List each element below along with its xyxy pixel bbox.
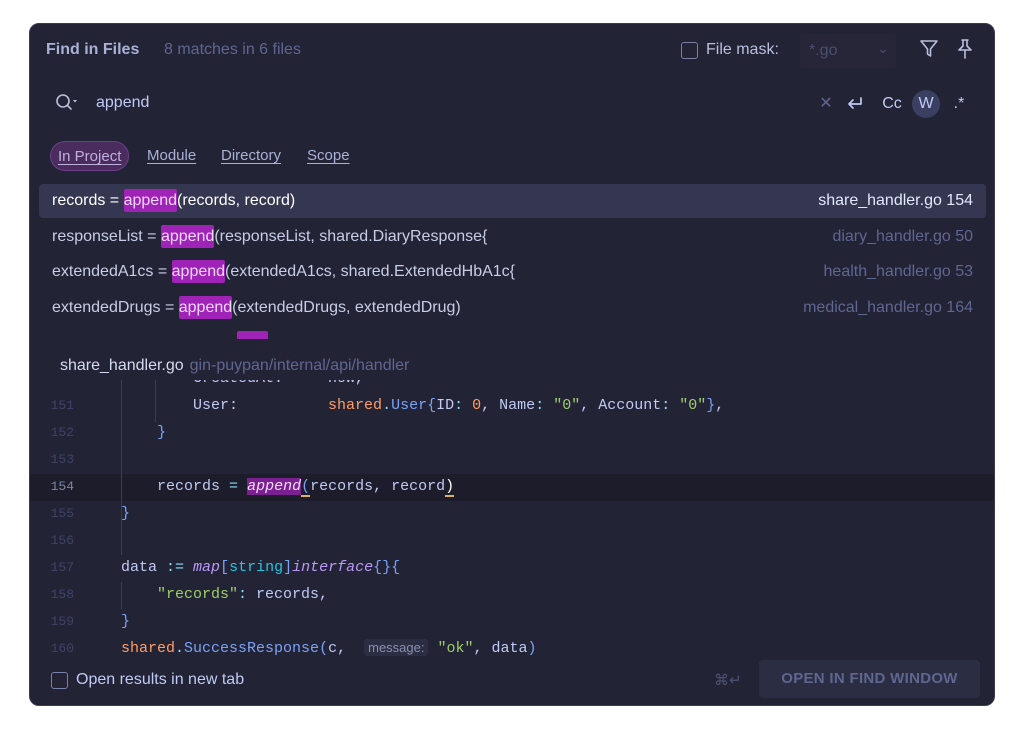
result-code-prefix: records = [52, 192, 124, 209]
whole-words-button[interactable]: W [912, 90, 940, 118]
result-code-suffix: (responseList, shared.DiaryResponse{ [214, 228, 488, 245]
tab-scope[interactable]: Scope [307, 141, 350, 171]
chevron-down-icon: ⌄ [877, 40, 889, 56]
result-code: extendedDrugs = append(extendedDrugs, ex… [52, 296, 461, 319]
shortcut-hint: ⌘↵ [714, 672, 742, 689]
clear-icon[interactable]: ✕ [818, 90, 834, 118]
code-line: 156 [30, 528, 994, 555]
tab-in-project[interactable]: In Project [50, 141, 130, 171]
result-code-suffix: (records, record) [176, 192, 296, 209]
match-case-button[interactable]: Cc [880, 90, 904, 118]
result-file: share_handler.go 154 [818, 192, 973, 209]
search-row: ✕ Cc W .* [30, 86, 994, 122]
line-number: 156 [50, 533, 74, 548]
result-code-prefix: extendedA1cs = [52, 263, 172, 280]
result-code-prefix: extendedDrugs = [52, 299, 179, 316]
result-code-suffix: (extendedA1cs, shared.ExtendedHbA1c{ [225, 263, 515, 280]
inlay-hint: message: [364, 639, 429, 656]
find-in-files-dialog: Find in Files 8 matches in 6 files File … [29, 23, 995, 706]
code-line: 153 [30, 447, 994, 474]
indent-guide [121, 582, 122, 609]
result-row[interactable]: responseList = append(responseList, shar… [39, 220, 986, 254]
result-file: health_handler.go 53 [823, 263, 973, 280]
code-preview[interactable]: CreatedAt: now, 151 User: shared.User{ID… [30, 380, 994, 656]
result-file: medical_handler.go 164 [803, 299, 973, 316]
regex-button[interactable]: .* [948, 90, 970, 118]
line-number: 155 [50, 506, 74, 521]
result-match: append [171, 260, 226, 283]
open-new-tab-checkbox[interactable] [51, 672, 68, 689]
code-line: 159 } [30, 609, 994, 636]
result-row[interactable]: extendedA1cs = append(extendedA1cs, shar… [39, 255, 986, 289]
file-mask-label: File mask: [706, 41, 779, 58]
pin-icon[interactable] [955, 38, 977, 62]
open-new-tab-label: Open results in new tab [76, 671, 245, 688]
dialog-footer: Open results in new tab ⌘↵ OPEN IN FIND … [30, 656, 994, 705]
indent-guide [121, 380, 122, 555]
search-input[interactable] [96, 94, 796, 112]
line-number: 160 [50, 641, 74, 656]
line-number: 158 [50, 587, 74, 602]
code-line: CreatedAt: now, [30, 380, 994, 393]
line-number: 152 [50, 425, 74, 440]
result-row[interactable]: records = append(records, record) share_… [39, 184, 986, 218]
file-mask-checkbox[interactable] [681, 42, 698, 59]
indent-guide [155, 380, 156, 422]
preview-header: share_handler.go gin-puypan/internal/api/… [60, 357, 409, 375]
code-line: 152 } [30, 420, 994, 447]
result-match: append [123, 189, 177, 212]
result-code: responseList = append(responseList, shar… [52, 225, 488, 248]
filter-icon[interactable] [919, 38, 941, 62]
partial-result-highlight [237, 331, 268, 339]
line-number: 159 [50, 614, 74, 629]
preview-file-name: share_handler.go [60, 357, 184, 374]
file-mask-select[interactable]: *.go ⌄ [800, 34, 896, 68]
result-file: diary_handler.go 50 [832, 228, 973, 245]
result-match: append [178, 296, 233, 319]
result-code: records = append(records, record) [52, 189, 296, 212]
file-mask-value: *.go [809, 42, 838, 59]
tab-module[interactable]: Module [147, 141, 196, 171]
line-number: 157 [50, 560, 74, 575]
code-line: 158 "records": records, [30, 582, 994, 609]
line-number: 151 [50, 398, 74, 413]
dialog-header: Find in Files 8 matches in 6 files File … [30, 24, 994, 78]
result-row[interactable]: extendedDrugs = append(extendedDrugs, ex… [39, 291, 986, 325]
line-number: 154 [50, 479, 74, 494]
match-count: 8 matches in 6 files [164, 41, 301, 58]
replace-toggle-icon[interactable] [842, 90, 868, 118]
code-line: 151 User: shared.User{ID: 0, Name: "0", … [30, 393, 994, 420]
line-number: 153 [50, 452, 74, 467]
tab-directory[interactable]: Directory [221, 141, 281, 171]
result-code-suffix: (extendedDrugs, extendedDrug) [232, 299, 461, 316]
preview-file-path: gin-puypan/internal/api/handler [189, 357, 410, 374]
code-line: 160 shared.SuccessResponse(c, message: "… [30, 636, 994, 656]
result-code: extendedA1cs = append(extendedA1cs, shar… [52, 260, 515, 283]
current-code-line: 154 records = append(records, record) [30, 474, 994, 501]
result-match: append [160, 225, 215, 248]
code-line: 157 data := map[string]interface{}{ [30, 555, 994, 582]
open-in-find-window-button[interactable]: OPEN IN FIND WINDOW [759, 660, 980, 698]
result-code-prefix: responseList = [52, 228, 161, 245]
dialog-title: Find in Files [46, 41, 140, 58]
search-icon[interactable] [54, 92, 80, 114]
code-line: 155 } [30, 501, 994, 528]
